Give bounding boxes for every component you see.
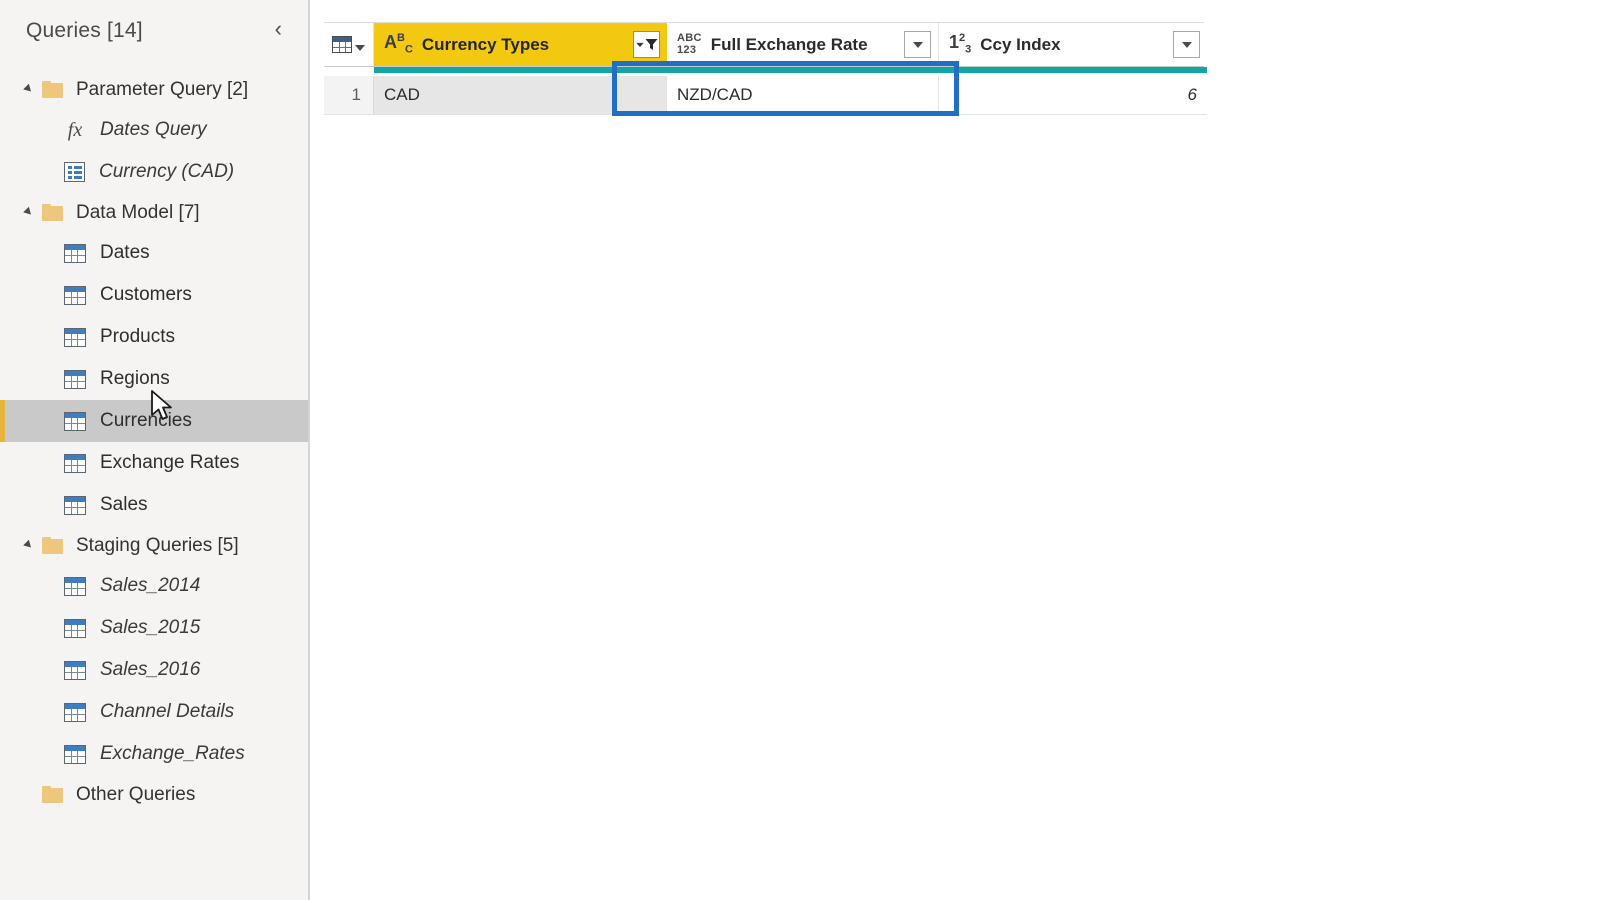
tree-item-dates-query[interactable]: fx Dates Query xyxy=(0,109,308,151)
tree-item-label: Sales_2015 xyxy=(100,617,201,638)
parameter-list-icon xyxy=(64,162,85,182)
quality-bar-full-exchange-rate xyxy=(667,67,939,76)
folder-icon xyxy=(42,536,64,555)
tree-item-label: Products xyxy=(100,326,175,347)
any-type-icon: ABC 123 xyxy=(677,31,702,56)
tree-item-sales-2015[interactable]: Sales_2015 xyxy=(0,607,308,649)
tree-item-channel-details[interactable]: Channel Details xyxy=(0,691,308,733)
chevron-down-icon xyxy=(355,45,365,51)
table-icon xyxy=(64,369,86,389)
cell-full-exchange-rate[interactable]: NZD/CAD xyxy=(667,76,939,115)
expand-triangle-icon[interactable] xyxy=(24,206,38,220)
table-icon xyxy=(64,327,86,347)
tree-group-other-queries[interactable]: Other Queries xyxy=(0,775,308,814)
tree-item-currency-cad[interactable]: Currency (CAD) xyxy=(0,151,308,193)
column-header-full-exchange-rate[interactable]: ABC 123 Full Exchange Rate xyxy=(667,23,939,66)
chevron-left-icon[interactable]: ‹ xyxy=(267,16,290,46)
folder-icon xyxy=(42,80,64,99)
expand-triangle-icon[interactable] xyxy=(24,539,38,553)
chevron-down-icon[interactable] xyxy=(904,31,931,58)
tree-item-label: Sales xyxy=(100,494,148,515)
select-all-corner-button[interactable] xyxy=(324,23,374,66)
expand-triangle-icon[interactable] xyxy=(24,83,38,97)
tree-item-regions[interactable]: Regions xyxy=(0,358,308,400)
column-header-label: Ccy Index xyxy=(980,34,1061,54)
queries-pane-header: Queries [14] ‹ xyxy=(0,0,308,56)
tree-item-exchange-rates[interactable]: Exchange Rates xyxy=(0,442,308,484)
tree-group-data-model[interactable]: Data Model [7] xyxy=(0,193,308,232)
tree-item-label: Currency (CAD) xyxy=(99,161,235,182)
tree-group-label: Other Queries xyxy=(76,783,196,805)
table-icon xyxy=(64,660,86,680)
column-header-label: Currency Types xyxy=(421,34,550,54)
tree-group-staging-queries[interactable]: Staging Queries [5] xyxy=(0,526,308,565)
table-icon xyxy=(64,285,86,305)
tree-item-label: Dates xyxy=(100,242,150,263)
tree-item-exchange-rates-staging[interactable]: Exchange_Rates xyxy=(0,733,308,775)
quality-bar-spacer xyxy=(324,67,374,76)
filter-funnel-icon[interactable] xyxy=(633,31,660,58)
tree-item-label: Exchange Rates xyxy=(100,452,240,473)
cell-currency-types[interactable]: CAD xyxy=(374,76,667,115)
chevron-down-icon[interactable] xyxy=(1173,31,1200,58)
tree-item-label: Exchange_Rates xyxy=(100,743,245,764)
table-icon xyxy=(64,576,86,596)
table-icon xyxy=(64,453,86,473)
folder-icon xyxy=(42,785,64,804)
queries-tree: Parameter Query [2] fx Dates Query Curre… xyxy=(0,56,308,814)
tree-item-label: Customers xyxy=(100,284,192,305)
tree-item-label: Sales_2016 xyxy=(100,659,201,680)
grid-header-row: ABC Currency Types ABC 123 Full Exchange… xyxy=(324,22,1207,67)
tree-item-label: Currencies xyxy=(100,410,192,431)
table-icon xyxy=(64,744,86,764)
table-select-all-icon xyxy=(332,36,352,53)
tree-group-label: Staging Queries [5] xyxy=(76,534,239,556)
table-row[interactable]: 1 CAD NZD/CAD 6 xyxy=(324,76,1207,115)
fx-function-icon: fx xyxy=(67,119,83,141)
column-header-ccy-index[interactable]: 123 Ccy Index xyxy=(939,23,1207,66)
tree-item-label: Regions xyxy=(100,368,170,389)
tree-item-sales-2016[interactable]: Sales_2016 xyxy=(0,649,308,691)
tree-item-label: Dates Query xyxy=(100,119,207,140)
quality-bar-ccy-index xyxy=(939,67,1207,76)
column-quality-bars xyxy=(324,67,1207,76)
queries-pane-title: Queries [14] xyxy=(26,19,143,42)
row-number-cell: 1 xyxy=(324,76,374,115)
table-icon xyxy=(64,618,86,638)
whole-number-type-icon: 123 xyxy=(949,32,972,56)
tree-item-customers[interactable]: Customers xyxy=(0,274,308,316)
column-header-label: Full Exchange Rate xyxy=(710,34,868,54)
tree-item-sales-2014[interactable]: Sales_2014 xyxy=(0,565,308,607)
table-icon xyxy=(64,243,86,263)
tree-item-label: Channel Details xyxy=(100,701,235,722)
tree-group-label: Data Model [7] xyxy=(76,201,200,223)
table-icon xyxy=(64,411,86,431)
power-query-editor: Queries [14] ‹ Parameter Query [2] fx Da… xyxy=(0,0,1600,900)
tree-item-products[interactable]: Products xyxy=(0,316,308,358)
cell-ccy-index[interactable]: 6 xyxy=(939,76,1207,115)
tree-group-label: Parameter Query [2] xyxy=(76,78,249,100)
tree-item-dates[interactable]: Dates xyxy=(0,232,308,274)
funnel-glyph xyxy=(645,38,658,51)
quality-bar-currency-types xyxy=(374,67,667,76)
tree-item-sales[interactable]: Sales xyxy=(0,484,308,526)
queries-pane: Queries [14] ‹ Parameter Query [2] fx Da… xyxy=(0,0,310,900)
tree-group-parameter-query[interactable]: Parameter Query [2] xyxy=(0,70,308,109)
table-icon xyxy=(64,702,86,722)
table-icon xyxy=(64,495,86,515)
column-header-currency-types[interactable]: ABC Currency Types xyxy=(374,23,667,66)
tree-item-currencies[interactable]: Currencies xyxy=(0,400,308,442)
data-grid: ABC Currency Types ABC 123 Full Exchange… xyxy=(324,22,1207,115)
folder-icon xyxy=(42,203,64,222)
data-preview-pane: ABC Currency Types ABC 123 Full Exchange… xyxy=(310,0,1600,900)
text-type-icon: ABC xyxy=(384,32,413,56)
tree-item-label: Sales_2014 xyxy=(100,575,201,596)
